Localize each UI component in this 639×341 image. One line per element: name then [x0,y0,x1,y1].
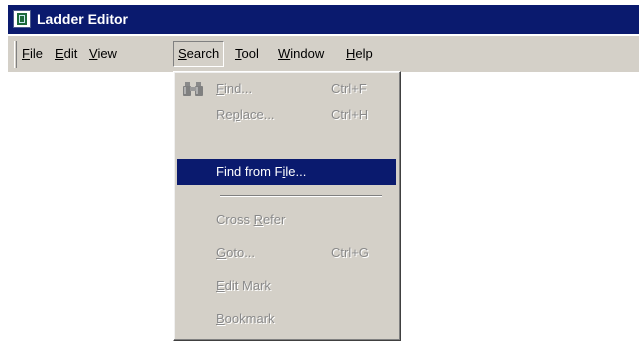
window-title: Ladder Editor [37,11,129,27]
menu-help-label: elp [355,46,373,61]
menu-view[interactable]: View [85,41,121,67]
search-menu-dropdown: Find... Ctrl+F Replace... Ctrl+H Find fr… [173,71,401,341]
menu-view-label: iew [97,46,117,61]
search-menu-replace[interactable]: Replace... Ctrl+H [177,102,396,128]
menu-window-mnemonic: W [278,46,291,61]
menu-tool-label: ool [241,46,259,61]
menu-file-mnemonic: F [22,46,30,61]
menu-search-mnemonic: S [178,46,187,61]
menu-edit-label: dit [63,46,78,61]
menu-file-label: ile [29,46,43,61]
search-menu-bookmark[interactable]: Bookmark [177,306,396,332]
search-menu-replace-label: Replace... [216,107,275,122]
binoculars-icon [183,82,203,96]
search-menu-find-label: Find... [216,81,253,96]
search-menu-find-from-file[interactable]: Find from File... [177,159,396,185]
ladder-editor-app-icon[interactable] [13,10,31,28]
search-menu-goto-shortcut: Ctrl+G [331,245,369,260]
search-menu-find-shortcut: Ctrl+F [331,81,367,96]
search-menu-find[interactable]: Find... Ctrl+F [177,76,396,102]
menu-edit[interactable]: Edit [51,41,81,67]
search-menu-edit-mark[interactable]: Edit Mark [177,273,396,299]
search-menu-replace-shortcut: Ctrl+H [331,107,369,122]
search-menu-find-from-file-label: Find from File... [216,164,307,179]
menu-search[interactable]: Search [173,41,225,67]
window-titlebar[interactable]: Ladder Editor [8,5,639,34]
menu-window[interactable]: Window [274,41,328,67]
menu-file[interactable]: File [18,41,47,67]
search-menu-cross-refer-label: Cross Refer [216,212,286,227]
search-menu-bookmark-label: Bookmark [216,311,275,326]
menu-tool[interactable]: Tool [231,41,263,67]
menu-search-label: earch [186,46,220,61]
search-menu-cross-refer[interactable]: Cross Refer [177,207,396,233]
menu-bar: File Edit View Search Tool Window Help [8,36,639,72]
menu-window-label: indow [290,46,325,61]
search-menu-goto[interactable]: Goto... Ctrl+G [177,240,396,266]
menubar-grip[interactable] [14,41,17,68]
search-menu-edit-mark-label: Edit Mark [216,278,271,293]
menu-edit-mnemonic: E [55,46,64,61]
menu-help[interactable]: Help [342,41,377,67]
menu-separator [220,195,382,197]
menu-help-mnemonic: H [346,46,356,61]
search-menu-goto-label: Goto... [216,245,256,260]
